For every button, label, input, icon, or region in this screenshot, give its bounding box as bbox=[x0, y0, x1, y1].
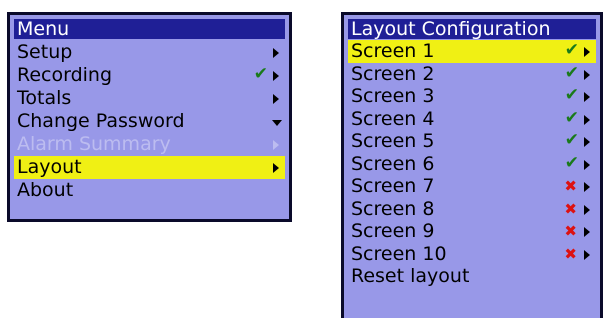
chevron-right-icon bbox=[273, 163, 279, 173]
screen-item-8[interactable]: Screen 8 ✖ bbox=[348, 198, 596, 221]
check-icon: ✔ bbox=[564, 85, 579, 105]
chevron-right-icon bbox=[584, 114, 590, 125]
cross-icon: ✖ bbox=[564, 244, 577, 263]
chevron-right-icon bbox=[273, 94, 279, 104]
cross-icon: ✖ bbox=[564, 222, 577, 240]
menu-item-change-password[interactable]: Change Password bbox=[14, 110, 285, 133]
screen-item-6[interactable]: Screen 6 ✔ bbox=[348, 153, 596, 176]
screen-item-3[interactable]: Screen 3 ✔ bbox=[348, 85, 596, 108]
check-icon: ✔ bbox=[564, 62, 579, 83]
main-menu: Menu Setup Recording ✔ Totals Change Pas… bbox=[7, 12, 292, 222]
cross-icon: ✖ bbox=[564, 199, 577, 218]
menu-item-label: Change Password bbox=[17, 110, 185, 132]
screen-label: Screen 1 bbox=[351, 40, 435, 62]
chevron-right-icon bbox=[584, 137, 590, 147]
chevron-right-icon bbox=[273, 140, 279, 150]
chevron-right-icon bbox=[584, 159, 590, 170]
menu-item-label: Setup bbox=[17, 41, 73, 63]
screen-item-10[interactable]: Screen 10 ✖ bbox=[348, 243, 596, 266]
screen-label: Screen 2 bbox=[351, 62, 435, 85]
chevron-right-icon bbox=[273, 48, 279, 58]
chevron-right-icon bbox=[584, 204, 590, 215]
menu-item-about[interactable]: About bbox=[14, 179, 285, 202]
screen-item-5[interactable]: Screen 5 ✔ bbox=[348, 130, 596, 153]
screen-label: Screen 3 bbox=[351, 85, 435, 107]
cross-icon: ✖ bbox=[564, 177, 577, 195]
screen-label: Screen 10 bbox=[351, 242, 447, 265]
chevron-right-icon bbox=[584, 92, 590, 102]
screen-label: Screen 5 bbox=[351, 130, 435, 152]
screen-item-7[interactable]: Screen 7 ✖ bbox=[348, 175, 596, 198]
chevron-right-icon bbox=[273, 71, 279, 81]
chevron-right-icon bbox=[584, 182, 590, 192]
check-icon: ✔ bbox=[253, 64, 268, 84]
screen-label: Screen 8 bbox=[351, 197, 435, 220]
screen-item-2[interactable]: Screen 2 ✔ bbox=[348, 63, 596, 86]
check-icon: ✔ bbox=[564, 130, 579, 150]
menu-item-label: Alarm Summary bbox=[17, 133, 171, 155]
screen-label: Screen 4 bbox=[351, 107, 435, 130]
menu-item-recording[interactable]: Recording ✔ bbox=[14, 64, 285, 87]
menu-item-setup[interactable]: Setup bbox=[14, 41, 285, 64]
chevron-right-icon bbox=[584, 249, 590, 260]
menu-title: Menu bbox=[14, 19, 285, 39]
menu-item-label: About bbox=[17, 179, 74, 201]
check-icon: ✔ bbox=[564, 152, 579, 173]
screen-label: Screen 7 bbox=[351, 175, 435, 197]
chevron-down-icon bbox=[272, 120, 282, 126]
check-icon: ✔ bbox=[564, 107, 579, 128]
menu-title: Layout Configuration bbox=[348, 19, 596, 39]
screen-item-4[interactable]: Screen 4 ✔ bbox=[348, 108, 596, 131]
menu-item-label: Layout bbox=[17, 156, 82, 178]
menu-item-alarm-summary: Alarm Summary bbox=[14, 133, 285, 156]
screen-label: Screen 6 bbox=[351, 152, 435, 175]
check-icon: ✔ bbox=[564, 40, 579, 60]
reset-layout-label: Reset layout bbox=[351, 265, 470, 287]
chevron-right-icon bbox=[584, 47, 590, 57]
chevron-right-icon bbox=[584, 69, 590, 80]
reset-layout-item[interactable]: Reset layout bbox=[348, 265, 596, 288]
menu-item-totals[interactable]: Totals bbox=[14, 87, 285, 110]
menu-item-label: Recording bbox=[17, 64, 113, 86]
menu-item-label: Totals bbox=[17, 87, 72, 109]
screen-item-9[interactable]: Screen 9 ✖ bbox=[348, 220, 596, 243]
chevron-right-icon bbox=[584, 227, 590, 237]
screen-label: Screen 9 bbox=[351, 220, 435, 242]
screen-item-1[interactable]: Screen 1 ✔ bbox=[348, 40, 596, 63]
menu-item-layout[interactable]: Layout bbox=[14, 156, 285, 179]
layout-configuration-menu: Layout Configuration Screen 1 ✔ Screen 2… bbox=[341, 12, 603, 318]
